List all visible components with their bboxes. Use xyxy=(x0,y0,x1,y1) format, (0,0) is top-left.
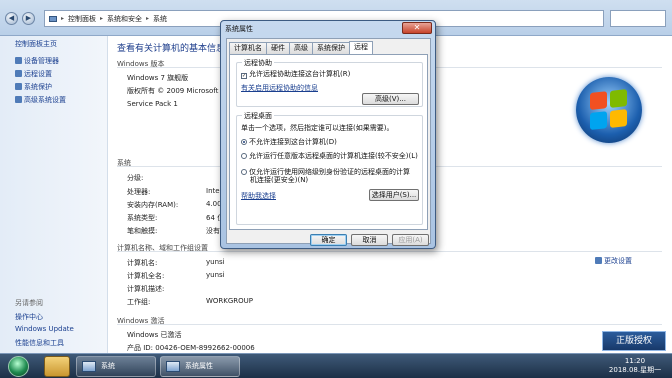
close-icon[interactable]: ✕ xyxy=(402,22,432,34)
service-pack-text: Service Pack 1 xyxy=(127,100,178,108)
breadcrumb-system[interactable]: 系统 xyxy=(153,14,167,24)
pen-touch-label: 笔和触摸: xyxy=(127,227,158,235)
shield-icon xyxy=(595,257,602,264)
taskbar-task-system[interactable]: 系统 xyxy=(76,356,156,377)
shield-icon xyxy=(15,57,22,64)
remote-desktop-group: 远程桌面 单击一个选项，然后指定谁可以连接(如果需要)。 不允许连接到这台计算机… xyxy=(236,111,423,225)
genuine-badge: 正版授权 xyxy=(602,331,666,351)
ok-button[interactable]: 确定 xyxy=(310,234,347,246)
taskbar-task-system-properties[interactable]: 系统属性 xyxy=(160,356,240,377)
rating-label: 分级: xyxy=(127,174,144,182)
windows-logo xyxy=(576,77,642,143)
radio-icon xyxy=(241,153,247,159)
chevron-right-icon: ▸ xyxy=(61,15,65,22)
chevron-right-icon: ▸ xyxy=(146,15,150,22)
computer-icon xyxy=(49,15,57,22)
computer-name-label: 计算机名: xyxy=(127,259,158,267)
radio-selected-icon xyxy=(241,139,247,145)
computer-icon xyxy=(166,361,180,372)
control-panel-home-link[interactable]: 控制面板主页 xyxy=(15,39,57,49)
remote-assistance-group: 远程协助 ✓ 允许远程协助连接这台计算机(R) 有关启用远程协助的信息 高级(V)… xyxy=(236,58,423,107)
page-title: 查看有关计算机的基本信息 xyxy=(117,44,226,54)
checkmark-icon: ✓ xyxy=(241,73,247,79)
tab-computer-name[interactable]: 计算机名 xyxy=(229,42,267,54)
system-type-label: 系统类型: xyxy=(127,214,158,222)
shield-icon xyxy=(15,83,22,90)
change-settings-link[interactable]: 更改设置 xyxy=(595,256,632,266)
sidebar-item-remote-settings[interactable]: 远程设置 xyxy=(15,69,52,79)
system-clock[interactable]: 11:20 2018.08.星期一 xyxy=(604,357,666,375)
dialog-title: 系统属性 xyxy=(225,25,253,33)
tab-advanced[interactable]: 高级 xyxy=(289,42,313,54)
folder-icon[interactable] xyxy=(44,356,70,377)
allow-remote-assistance-checkbox[interactable]: ✓ 允许远程协助连接这台计算机(R) xyxy=(241,69,350,79)
taskbar: 系统 系统属性 11:20 2018.08.星期一 xyxy=(0,353,672,378)
divider xyxy=(117,324,662,325)
advanced-button[interactable]: 高级(V)... xyxy=(362,93,419,105)
dialog-body: 计算机名 硬件 高级 系统保护 远程 远程协助 ✓ 允许远程协助连接这台计算机(R… xyxy=(226,38,431,246)
workgroup-value: WORKGROUP xyxy=(206,297,254,305)
system-properties-dialog: 系统属性 ✕ 计算机名 硬件 高级 系统保护 远程 远程协助 ✓ 允许远程协助连接… xyxy=(220,20,436,249)
left-nav-pane: 控制面板主页 设备管理器 远程设置 系统保护 高级系统设置 另请参阅 操作中心 … xyxy=(0,36,108,353)
breadcrumb-control-panel[interactable]: 控制面板 xyxy=(68,14,96,24)
chevron-right-icon: ▸ xyxy=(100,15,104,22)
remote-desktop-instruction: 单击一个选项，然后指定谁可以连接(如果需要)。 xyxy=(241,124,394,132)
forward-icon[interactable]: ▶ xyxy=(22,12,35,25)
remote-assistance-help-link[interactable]: 有关启用远程协助的信息 xyxy=(241,83,318,93)
windows-update-link[interactable]: Windows Update xyxy=(15,325,74,333)
clock-date: 2018.08.星期一 xyxy=(608,366,662,374)
shield-icon xyxy=(15,70,22,77)
remote-tab-panel: 远程协助 ✓ 允许远程协助连接这台计算机(R) 有关启用远程协助的信息 高级(V)… xyxy=(229,54,428,230)
tab-remote[interactable]: 远程 xyxy=(349,41,373,54)
divider xyxy=(117,251,662,252)
description-label: 计算机描述: xyxy=(127,285,165,293)
edition-name: Windows 7 旗舰版 xyxy=(127,74,189,82)
remote-desktop-label: 远程桌面 xyxy=(242,111,274,121)
processor-value: Inte xyxy=(206,187,220,195)
computer-name-value: yunsi xyxy=(206,258,225,266)
full-name-label: 计算机全名: xyxy=(127,272,165,280)
radio-allow-any-version[interactable]: 允许运行任意版本远程桌面的计算机连接(较不安全)(L) xyxy=(241,151,418,161)
help-me-choose-link[interactable]: 帮助我选择 xyxy=(241,191,276,201)
computer-icon xyxy=(82,361,96,372)
pen-touch-value: 没有 xyxy=(206,227,220,235)
processor-label: 处理器: xyxy=(127,188,151,196)
breadcrumb-system-security[interactable]: 系统和安全 xyxy=(107,14,142,24)
full-name-value: yunsi xyxy=(206,271,225,279)
clock-time: 11:20 xyxy=(624,357,646,365)
select-users-button[interactable]: 选择用户(S)... xyxy=(369,189,419,201)
radio-deny-connections[interactable]: 不允许连接到这台计算机(D) xyxy=(241,137,337,147)
radio-allow-nla-only-line2: 机连接(更安全)(N) xyxy=(250,176,309,184)
see-also-heading: 另请参阅 xyxy=(15,299,43,307)
sidebar-item-device-manager[interactable]: 设备管理器 xyxy=(15,56,59,66)
apply-button[interactable]: 应用(A) xyxy=(392,234,429,246)
windows-flag-icon xyxy=(590,89,628,131)
sidebar-item-system-protection[interactable]: 系统保护 xyxy=(15,82,52,92)
shield-icon xyxy=(15,96,22,103)
search-input[interactable] xyxy=(610,10,666,27)
performance-info-link[interactable]: 性能信息和工具 xyxy=(15,338,64,348)
action-center-link[interactable]: 操作中心 xyxy=(15,312,43,322)
product-id: 产品 ID: 00426-OEM-8992662-00006 xyxy=(127,344,255,352)
start-button[interactable] xyxy=(8,356,29,377)
ram-label: 安装内存(RAM): xyxy=(127,201,179,209)
copyright-text: 版权所有 © 2009 Microsoft Co xyxy=(127,87,230,95)
radio-icon xyxy=(241,169,247,175)
remote-assistance-label: 远程协助 xyxy=(242,58,274,68)
tab-system-protection[interactable]: 系统保护 xyxy=(312,42,350,54)
workgroup-label: 工作组: xyxy=(127,298,151,306)
tab-strip: 计算机名 硬件 高级 系统保护 远程 xyxy=(229,41,373,54)
cancel-button[interactable]: 取消 xyxy=(351,234,388,246)
back-icon[interactable]: ◀ xyxy=(5,12,18,25)
activation-status: Windows 已激活 xyxy=(127,331,182,339)
sidebar-item-advanced-settings[interactable]: 高级系统设置 xyxy=(15,95,66,105)
tab-hardware[interactable]: 硬件 xyxy=(266,42,290,54)
